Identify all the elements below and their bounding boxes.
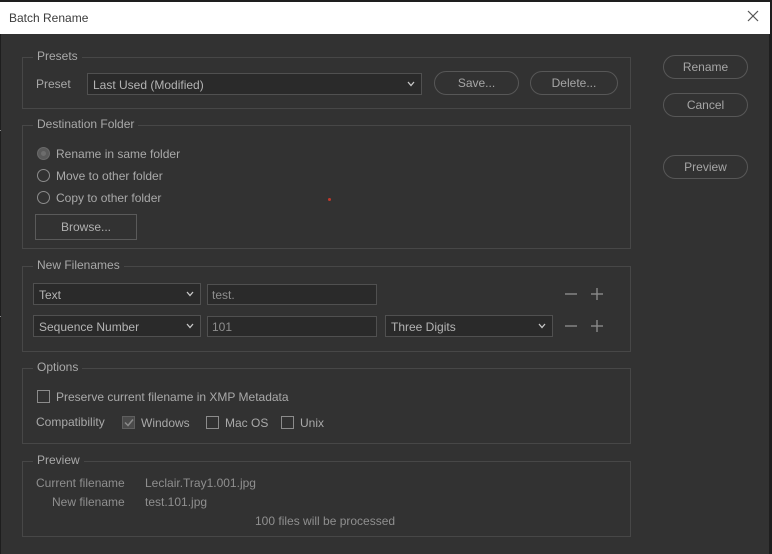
batch-rename-dialog: Presets Preset Last Used (Modified) Save…: [1, 34, 769, 554]
compatibility-label: Compatibility: [36, 415, 105, 429]
save-preset-button[interactable]: Save...: [434, 71, 519, 95]
browse-button[interactable]: Browse...: [35, 214, 137, 240]
same-folder-label: Rename in same folder: [56, 147, 181, 161]
options-group-label: Options: [33, 360, 83, 374]
preview-button[interactable]: Preview: [663, 155, 748, 179]
filename-type-value: Sequence Number: [39, 320, 140, 334]
plus-icon[interactable]: [590, 287, 604, 301]
unix-checkbox[interactable]: [281, 416, 294, 429]
sequence-start-input[interactable]: 101: [207, 316, 377, 337]
radio-same-folder[interactable]: [37, 147, 50, 160]
window-title: Batch Rename: [9, 11, 89, 25]
move-folder-label: Move to other folder: [56, 169, 163, 183]
files-processed-summary: 100 files will be processed: [255, 514, 396, 528]
unix-label: Unix: [300, 416, 325, 430]
plus-icon[interactable]: [590, 319, 604, 333]
red-dot: [328, 198, 331, 201]
windows-checkbox[interactable]: [122, 416, 135, 429]
chevron-down-icon: [186, 291, 194, 297]
destination-group-label: Destination Folder: [33, 117, 139, 131]
copy-folder-label: Copy to other folder: [56, 191, 162, 205]
delete-preset-button[interactable]: Delete...: [530, 71, 618, 95]
macos-label: Mac OS: [225, 416, 269, 430]
preset-select[interactable]: Last Used (Modified): [87, 73, 422, 95]
title-bar: Batch Rename: [0, 2, 770, 34]
preset-value: Last Used (Modified): [93, 78, 204, 92]
chevron-down-icon: [186, 323, 194, 329]
minus-icon[interactable]: [564, 287, 578, 301]
radio-copy-folder[interactable]: [37, 191, 50, 204]
preserve-filename-checkbox[interactable]: [37, 390, 50, 403]
digits-value: Three Digits: [391, 320, 456, 334]
cancel-button[interactable]: Cancel: [663, 93, 748, 117]
digits-select[interactable]: Three Digits: [385, 315, 553, 337]
options-group: Options: [22, 360, 631, 444]
radio-move-folder[interactable]: [37, 169, 50, 182]
macos-checkbox[interactable]: [206, 416, 219, 429]
presets-group-label: Presets: [33, 49, 82, 63]
preset-label: Preset: [36, 77, 71, 91]
rename-button[interactable]: Rename: [663, 55, 748, 79]
new-filename-value: test.101.jpg: [145, 495, 208, 509]
new-filenames-group: New Filenames: [22, 258, 631, 352]
windows-label: Windows: [141, 416, 190, 430]
checkmark-icon: [124, 419, 134, 427]
filename-type-select[interactable]: Text: [33, 283, 201, 305]
filename-type-value: Text: [39, 288, 62, 302]
current-filename-label: Current filename: [36, 476, 125, 490]
close-icon[interactable]: [746, 9, 760, 23]
chevron-down-icon: [538, 323, 546, 329]
preserve-filename-label: Preserve current filename in XMP Metadat…: [56, 390, 289, 404]
preview-group-label: Preview: [33, 453, 84, 467]
new-filename-label: New filename: [52, 495, 125, 509]
filename-text-input[interactable]: test.: [207, 284, 377, 305]
new-filenames-group-label: New Filenames: [33, 258, 124, 272]
minus-icon[interactable]: [564, 319, 578, 333]
chevron-down-icon: [407, 81, 415, 87]
current-filename-value: Leclair.Tray1.001.jpg: [145, 476, 256, 490]
filename-type-select[interactable]: Sequence Number: [33, 315, 201, 337]
